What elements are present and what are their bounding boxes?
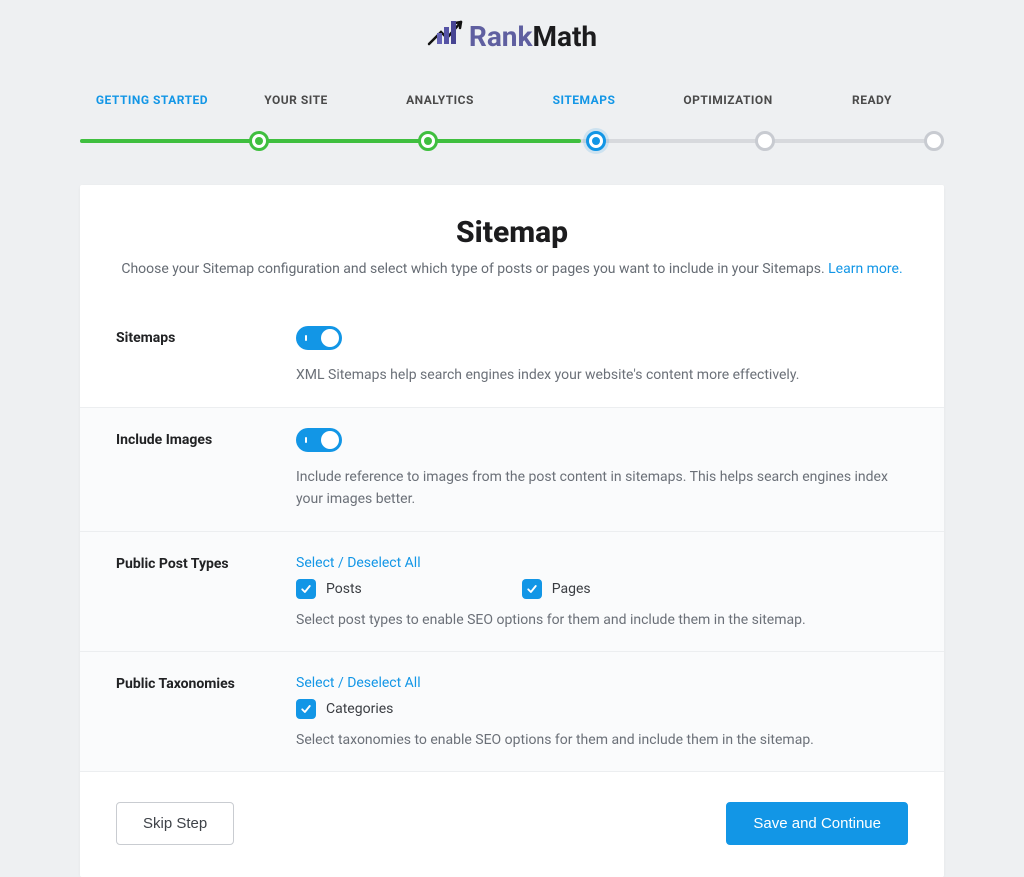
taxonomies-label: Public Taxonomies: [116, 672, 296, 751]
logo: RankMath: [0, 0, 1024, 65]
post-types-desc: Select post types to enable SEO options …: [296, 609, 908, 631]
save-continue-button[interactable]: Save and Continue: [726, 802, 908, 845]
step-analytics[interactable]: ANALYTICS: [368, 93, 512, 107]
logo-text-1: Rank: [469, 20, 533, 53]
section-post-types: Public Post Types Select / Deselect All …: [80, 531, 944, 651]
checkbox-posts[interactable]: [296, 579, 316, 599]
checkbox-label-posts[interactable]: Posts: [326, 581, 362, 597]
step-ready[interactable]: READY: [800, 93, 944, 107]
page-subtitle: Choose your Sitemap configuration and se…: [120, 258, 904, 280]
wizard-steps: GETTING STARTED YOUR SITE ANALYTICS SITE…: [0, 65, 1024, 143]
check-icon: [300, 583, 312, 595]
step-sitemaps[interactable]: SITEMAPS: [512, 93, 656, 107]
checkbox-pages[interactable]: [522, 579, 542, 599]
step-dot-optimization[interactable]: [755, 131, 775, 151]
sitemaps-toggle[interactable]: [296, 326, 342, 350]
taxonomies-select-all[interactable]: Select / Deselect All: [296, 675, 421, 691]
include-images-desc: Include reference to images from the pos…: [296, 466, 908, 511]
step-getting-started[interactable]: GETTING STARTED: [80, 93, 224, 107]
check-icon: [526, 583, 538, 595]
step-your-site[interactable]: YOUR SITE: [224, 93, 368, 107]
include-images-label: Include Images: [116, 428, 296, 511]
post-types-select-all[interactable]: Select / Deselect All: [296, 555, 421, 571]
section-include-images: Include Images Include reference to imag…: [80, 407, 944, 531]
logo-text-2: Math: [532, 20, 597, 53]
panel-footer: Skip Step Save and Continue: [80, 772, 944, 877]
step-optimization[interactable]: OPTIMIZATION: [656, 93, 800, 107]
section-taxonomies: Public Taxonomies Select / Deselect All …: [80, 651, 944, 772]
step-dot-ready[interactable]: [924, 131, 944, 151]
check-icon: [300, 703, 312, 715]
learn-more-link[interactable]: Learn more.: [828, 261, 903, 277]
taxonomies-desc: Select taxonomies to enable SEO options …: [296, 729, 908, 751]
sitemaps-desc: XML Sitemaps help search engines index y…: [296, 364, 908, 386]
checkbox-label-pages[interactable]: Pages: [552, 581, 591, 597]
checkbox-categories[interactable]: [296, 699, 316, 719]
logo-icon: [427, 18, 463, 55]
post-types-label: Public Post Types: [116, 552, 296, 631]
step-dot-analytics[interactable]: [418, 131, 438, 151]
checkbox-label-categories[interactable]: Categories: [326, 701, 393, 717]
step-dot-your-site[interactable]: [249, 131, 269, 151]
page-title: Sitemap: [120, 215, 904, 250]
include-images-toggle[interactable]: [296, 428, 342, 452]
section-sitemaps-label: Sitemaps: [116, 326, 296, 386]
progress-bar: [80, 139, 944, 143]
skip-step-button[interactable]: Skip Step: [116, 802, 234, 845]
section-sitemaps: Sitemaps XML Sitemaps help search engine…: [80, 306, 944, 406]
step-dot-sitemaps[interactable]: [586, 131, 606, 151]
sitemap-panel: Sitemap Choose your Sitemap configuratio…: [80, 185, 944, 877]
